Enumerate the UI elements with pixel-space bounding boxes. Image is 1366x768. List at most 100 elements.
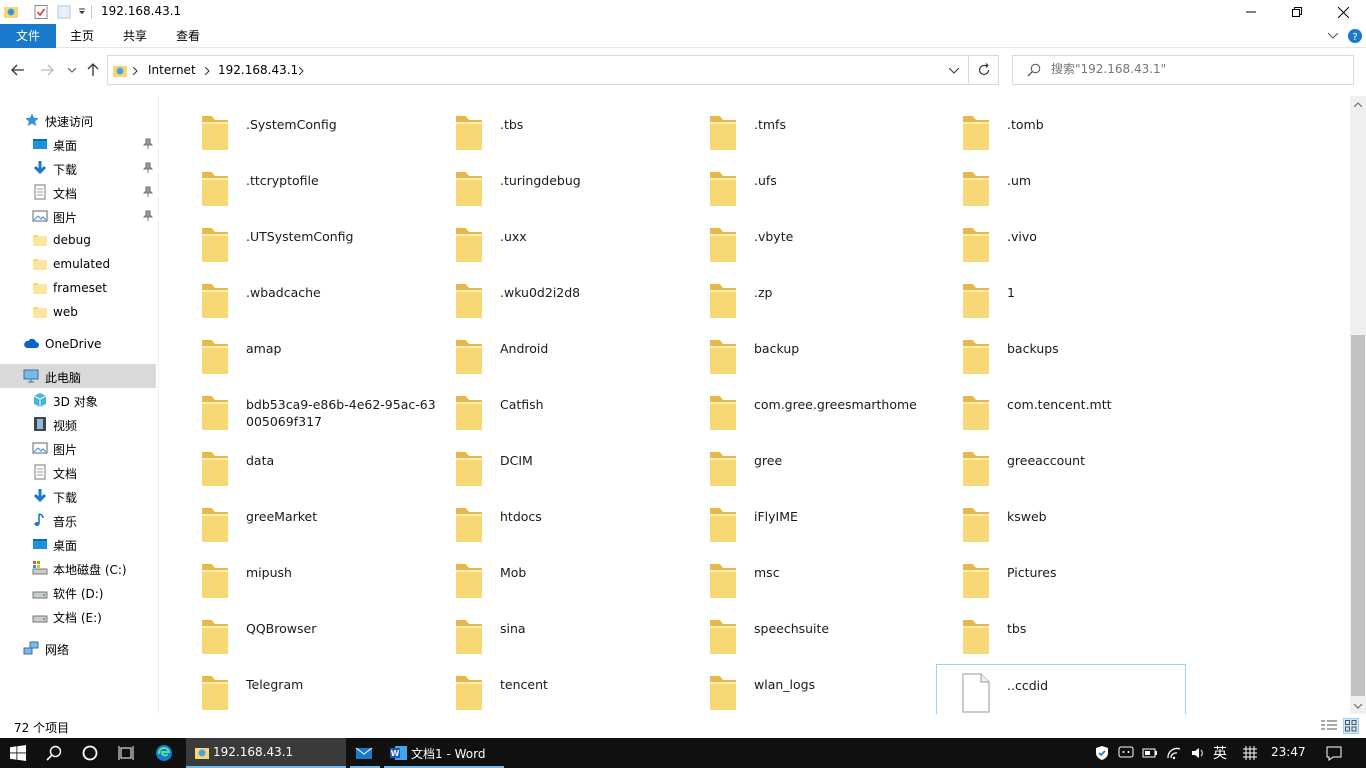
folder-tile[interactable]: .turingdebug xyxy=(430,160,680,212)
taskbar-app-word[interactable]: W 文档1 - Word xyxy=(384,738,504,768)
file-tile[interactable]: ..ccdid xyxy=(936,664,1186,714)
nav-videos[interactable]: 视频 xyxy=(0,412,156,436)
breadcrumb-host[interactable]: 192.168.43.1 xyxy=(218,63,298,77)
folder-tile[interactable]: com.tencent.mtt xyxy=(937,384,1187,436)
folder-tile[interactable]: amap xyxy=(176,328,426,380)
help-button[interactable]: ? xyxy=(1346,27,1364,45)
folder-tile[interactable]: backup xyxy=(684,328,934,380)
task-view-button[interactable] xyxy=(108,738,144,768)
nav-drive-d[interactable]: 软件 (D:) xyxy=(0,580,156,604)
folder-tile[interactable]: .zp xyxy=(684,272,934,324)
folder-tile[interactable]: .UTSystemConfig xyxy=(176,216,426,268)
folder-tile[interactable]: DCIM xyxy=(430,440,680,492)
folder-tile[interactable]: gree xyxy=(684,440,934,492)
nav-documents-pc[interactable]: 文档 xyxy=(0,460,156,484)
folder-tile[interactable]: Telegram xyxy=(176,664,426,714)
nav-quick-access[interactable]: 快速访问 xyxy=(0,108,156,132)
pin-icon[interactable] xyxy=(142,162,154,174)
recent-locations-button[interactable] xyxy=(62,60,82,80)
tab-view[interactable]: 查看 xyxy=(166,24,210,48)
back-button[interactable] xyxy=(8,60,28,80)
folder-tile[interactable]: .ttcryptofile xyxy=(176,160,426,212)
folder-tile[interactable]: .vivo xyxy=(937,216,1187,268)
folder-tile[interactable]: .tmfs xyxy=(684,104,934,156)
scroll-down-button[interactable] xyxy=(1350,698,1366,714)
folder-tile[interactable]: iFlyIME xyxy=(684,496,934,548)
nav-network[interactable]: 网络 xyxy=(0,636,156,660)
folder-tile[interactable]: Pictures xyxy=(937,552,1187,604)
nav-drive-c[interactable]: 本地磁盘 (C:) xyxy=(0,556,156,580)
wechat-tray-icon[interactable] xyxy=(1117,745,1135,761)
folder-tile[interactable]: .wbadcache xyxy=(176,272,426,324)
address-bar[interactable]: Internet 192.168.43.1 xyxy=(107,55,969,85)
scrollbar-thumb[interactable] xyxy=(1351,335,1365,696)
folder-tile[interactable]: .vbyte xyxy=(684,216,934,268)
folder-tile[interactable]: tbs xyxy=(937,608,1187,660)
nav-onedrive[interactable]: OneDrive xyxy=(0,332,156,356)
large-icons-view-button[interactable] xyxy=(1343,718,1359,734)
expand-ribbon-button[interactable] xyxy=(1324,27,1342,45)
folder-tile[interactable]: ksweb xyxy=(937,496,1187,548)
restore-button[interactable] xyxy=(1274,0,1320,24)
security-tray-icon[interactable] xyxy=(1093,745,1111,761)
folder-tile[interactable]: greeMarket xyxy=(176,496,426,548)
folder-tile[interactable]: tencent xyxy=(430,664,680,714)
forward-button[interactable] xyxy=(37,60,57,80)
tab-share[interactable]: 共享 xyxy=(113,24,157,48)
nav-this-pc[interactable]: 此电脑 xyxy=(0,364,156,388)
tab-home[interactable]: 主页 xyxy=(60,24,104,48)
minimize-button[interactable] xyxy=(1228,0,1274,24)
volume-tray-icon[interactable] xyxy=(1189,745,1207,761)
cortana-button[interactable] xyxy=(72,738,108,768)
nav-desktop-pc[interactable]: 桌面 xyxy=(0,532,156,556)
nav-downloads[interactable]: 下载 xyxy=(0,156,156,180)
folder-tile[interactable]: Mob xyxy=(430,552,680,604)
folder-tile[interactable]: com.gree.greesmarthome xyxy=(684,384,934,436)
folder-tile[interactable]: htdocs xyxy=(430,496,680,548)
folder-tile[interactable]: sina xyxy=(430,608,680,660)
folder-tile[interactable]: .tbs xyxy=(430,104,680,156)
nav-folder-emulated[interactable]: emulated xyxy=(0,252,156,276)
refresh-button[interactable] xyxy=(969,55,999,85)
folder-tile[interactable]: backups xyxy=(937,328,1187,380)
nav-documents[interactable]: 文档 xyxy=(0,180,156,204)
folder-tile[interactable]: .ufs xyxy=(684,160,934,212)
new-folder-icon[interactable] xyxy=(56,4,72,20)
taskbar-clock[interactable]: 23:47 xyxy=(1271,745,1306,759)
ime-mode-tray-icon[interactable] xyxy=(1241,745,1259,761)
folder-tile[interactable]: msc xyxy=(684,552,934,604)
details-view-button[interactable] xyxy=(1321,718,1337,734)
nav-3d-objects[interactable]: 3D 对象 xyxy=(0,388,156,412)
ime-language-indicator[interactable]: 英 xyxy=(1211,745,1229,762)
search-input[interactable] xyxy=(1051,62,1341,76)
address-history-dropdown-icon[interactable] xyxy=(949,68,959,74)
pin-icon[interactable] xyxy=(142,210,154,222)
close-button[interactable] xyxy=(1320,0,1366,24)
breadcrumb-internet[interactable]: Internet xyxy=(148,63,196,77)
folder-tile[interactable]: .tomb xyxy=(937,104,1187,156)
folder-tile[interactable]: bdb53ca9-e86b-4e62-95ac-63005069f317 xyxy=(176,384,436,436)
nav-pictures-pc[interactable]: 图片 xyxy=(0,436,156,460)
pin-icon[interactable] xyxy=(142,138,154,150)
folder-tile[interactable]: .uxx xyxy=(430,216,680,268)
folder-tile[interactable]: .wku0d2i2d8 xyxy=(430,272,680,324)
start-button[interactable] xyxy=(0,738,36,768)
nav-downloads-pc[interactable]: 下载 xyxy=(0,484,156,508)
nav-desktop[interactable]: 桌面 xyxy=(0,132,156,156)
wifi-tray-icon[interactable] xyxy=(1165,745,1183,761)
nav-drive-e[interactable]: 文档 (E:) xyxy=(0,604,156,628)
folder-tile[interactable]: 1 xyxy=(937,272,1187,324)
edge-browser-button[interactable] xyxy=(146,738,182,768)
nav-pictures[interactable]: 图片 xyxy=(0,204,156,228)
up-button[interactable] xyxy=(83,60,103,80)
taskbar-app-mail[interactable] xyxy=(350,738,380,768)
folder-tile[interactable]: .um xyxy=(937,160,1187,212)
search-taskbar-button[interactable] xyxy=(36,738,72,768)
pin-icon[interactable] xyxy=(142,186,154,198)
folder-tile[interactable]: greeaccount xyxy=(937,440,1187,492)
quick-access-dropdown-icon[interactable] xyxy=(74,4,90,20)
nav-folder-frameset[interactable]: frameset xyxy=(0,276,156,300)
folder-tile[interactable]: .SystemConfig xyxy=(176,104,426,156)
folder-tile[interactable]: wlan_logs xyxy=(684,664,934,714)
search-box[interactable] xyxy=(1012,55,1354,85)
